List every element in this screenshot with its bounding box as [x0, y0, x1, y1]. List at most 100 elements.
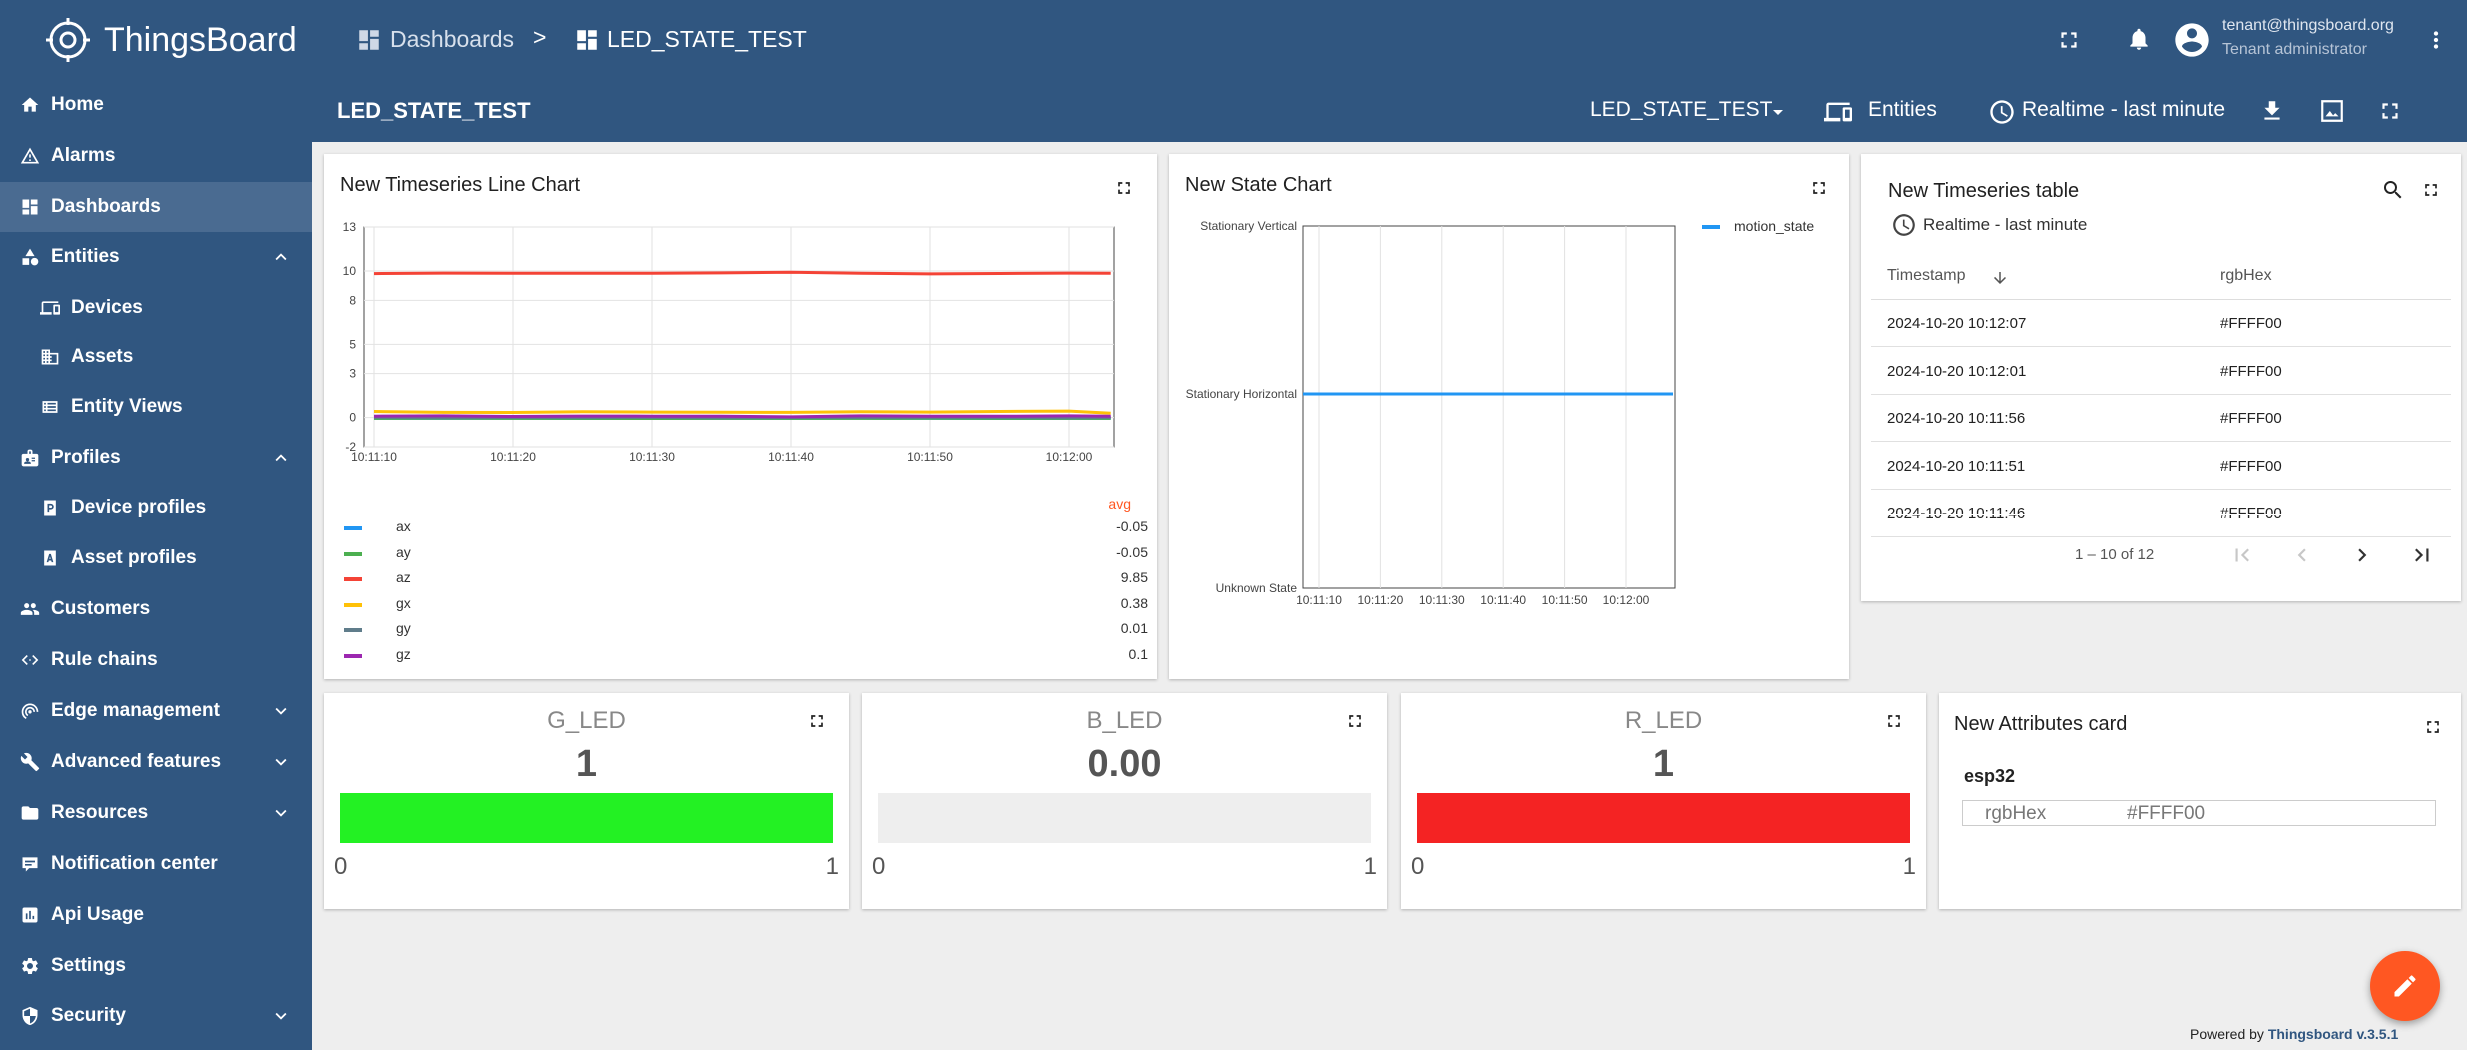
chevron-down-icon[interactable] — [270, 751, 292, 773]
arrow-down-icon[interactable] — [1991, 269, 2009, 287]
powered-by-link[interactable]: Thingsboard v.3.5.1 — [2268, 1026, 2398, 1042]
fullscreen-icon[interactable] — [1884, 711, 1904, 731]
brand[interactable]: ThingsBoard — [0, 0, 312, 80]
state-select[interactable]: LED_STATE_TEST — [1590, 94, 1800, 128]
gauge-min: 0 — [872, 853, 886, 880]
table-timewindow[interactable]: Realtime - last minute — [1923, 215, 2087, 235]
fullscreen-icon[interactable] — [2421, 180, 2441, 200]
more-vert-icon[interactable] — [2423, 27, 2449, 53]
entities-icon — [22, 248, 39, 266]
sidebar-item-label: Edge management — [51, 700, 220, 721]
chevron-up-icon[interactable] — [270, 246, 292, 268]
legend-swatch — [344, 577, 362, 581]
column-header-rgbhex[interactable]: rgbHex — [2220, 267, 2272, 285]
edge-icon — [21, 703, 39, 720]
image-export-icon[interactable] — [2319, 98, 2345, 124]
search-icon[interactable] — [2381, 178, 2405, 202]
sidebar-item-security[interactable]: Security — [0, 991, 312, 1041]
previous-page-icon[interactable] — [2289, 542, 2315, 568]
sidebar-item-entities[interactable]: Entities — [0, 232, 312, 282]
legend-item-gx[interactable]: gx 0.38 — [340, 593, 1148, 617]
sidebar-item-home[interactable]: Home — [0, 80, 312, 130]
edit-dashboard-button[interactable] — [2370, 951, 2440, 1021]
sidebar-item-customers[interactable]: Customers — [0, 584, 312, 634]
gauge-widget-g-led: G_LED 1 0 1 — [324, 693, 849, 909]
sidebar-item-advanced-features[interactable]: Advanced features — [0, 737, 312, 787]
asset-profile-icon — [44, 550, 56, 566]
timestamp-cell: 2024-10-20 10:12:07 — [1887, 315, 2027, 332]
legend-item-gy[interactable]: gy 0.01 — [340, 618, 1148, 642]
fullscreen-icon[interactable] — [2056, 27, 2082, 53]
state-chart-legend: motion_state — [1702, 218, 1842, 238]
sidebar-item-notification-center[interactable]: Notification center — [0, 839, 312, 889]
chevron-down-icon[interactable] — [270, 700, 292, 722]
fullscreen-icon[interactable] — [2377, 98, 2403, 124]
sidebar-item-settings[interactable]: Settings — [0, 941, 312, 991]
sidebar-item-asset-profiles[interactable]: Asset profiles — [0, 533, 312, 583]
next-page-icon[interactable] — [2349, 542, 2375, 568]
fullscreen-icon[interactable] — [2423, 717, 2443, 737]
sidebar-item-devices[interactable]: Devices — [0, 283, 312, 333]
legend-item-az[interactable]: az 9.85 — [340, 567, 1148, 591]
fullscreen-icon[interactable] — [1809, 178, 1829, 198]
fullscreen-icon[interactable] — [1114, 178, 1134, 198]
legend-swatch — [344, 602, 362, 607]
legend-avg-value: 9.85 — [1120, 569, 1148, 585]
legend-swatch — [1702, 225, 1720, 229]
legend-item-ay[interactable]: ay -0.05 — [340, 542, 1148, 566]
column-header-timestamp[interactable]: Timestamp — [1887, 267, 1966, 285]
fullscreen-icon[interactable] — [807, 711, 827, 731]
sidebar-item-label: Dashboards — [51, 196, 161, 217]
entities-button[interactable]: Entities — [1824, 94, 1954, 128]
sidebar-item-device-profiles[interactable]: Device profiles — [0, 483, 312, 533]
table-row[interactable]: 2024-10-20 10:12:01 #FFFF00 — [1871, 348, 2451, 395]
devices-icon — [40, 301, 60, 315]
series-line-gx — [373, 409, 1111, 415]
legend-item-ax[interactable]: ax -0.05 — [340, 516, 1148, 540]
timewindow-button[interactable]: Realtime - last minute — [1988, 94, 2248, 128]
sidebar-item-assets[interactable]: Assets — [0, 332, 312, 382]
x-tick-label: 10:12:00 — [1603, 593, 1650, 607]
last-page-icon[interactable] — [2409, 542, 2435, 568]
legend-swatch — [344, 653, 362, 658]
timestamp-cell: 2024-10-20 10:11:56 — [1887, 410, 2026, 427]
fullscreen-icon[interactable] — [1345, 711, 1365, 731]
sidebar-item-resources[interactable]: Resources — [0, 788, 312, 838]
table-row[interactable]: 2024-10-20 10:11:56 #FFFF00 — [1871, 395, 2451, 442]
bell-icon[interactable] — [2126, 26, 2152, 52]
powered-by-prefix: Powered by — [2190, 1026, 2264, 1042]
sidebar-item-profiles[interactable]: Profiles — [0, 433, 312, 483]
x-tick-label: 10:11:10 — [1296, 593, 1342, 607]
sidebar-item-entity-views[interactable]: Entity Views — [0, 382, 312, 432]
chevron-down-icon[interactable] — [270, 1005, 292, 1027]
table-row[interactable]: 2024-10-20 10:11:51 #FFFF00 — [1871, 443, 2451, 490]
sidebar-item-alarms[interactable]: Alarms — [0, 131, 312, 181]
x-tick-label: 10:11:20 — [1357, 593, 1403, 607]
sidebar-item-api-usage[interactable]: Api Usage — [0, 890, 312, 940]
x-tick-label: 10:11:30 — [629, 450, 675, 464]
state-chart: 10:11:10 10:11:20 10:11:30 10:11:40 10:11:50… — [1186, 219, 1676, 607]
gauge-max: 1 — [1902, 853, 1916, 880]
download-icon[interactable] — [2259, 98, 2285, 124]
sidebar-item-edge-management[interactable]: Edge management — [0, 686, 312, 736]
avatar-icon[interactable] — [2172, 20, 2212, 60]
breadcrumb-separator: > — [533, 24, 547, 50]
gauge-max: 1 — [1363, 853, 1377, 880]
sidebar-item-dashboards[interactable]: Dashboards — [0, 182, 312, 232]
gauge-title: R_LED — [1624, 707, 1703, 734]
legend-avg-value: -0.05 — [1116, 543, 1148, 560]
chevron-up-icon[interactable] — [270, 447, 292, 469]
dashboard-toolbar: LED_STATE_TEST LED_STATE_TEST Entities R… — [312, 80, 2467, 142]
first-page-icon[interactable] — [2229, 542, 2255, 568]
device-profile-icon — [44, 500, 56, 516]
sidebar-item-label: Advanced features — [51, 751, 222, 772]
table-row[interactable]: 2024-10-20 10:12:07 #FFFF00 — [1871, 300, 2451, 347]
sidebar-item-rule-chains[interactable]: Rule chains — [0, 635, 312, 685]
series-line-az — [373, 270, 1111, 276]
top-header: Dashboards > LED_STATE_TEST tenant@thing… — [312, 0, 2467, 80]
breadcrumb-dashboards[interactable]: Dashboards — [390, 26, 514, 53]
home-icon — [21, 97, 39, 112]
chevron-down-icon[interactable] — [270, 802, 292, 824]
timestamp-cell: 2024-10-20 10:11:51 — [1887, 457, 2026, 475]
legend-item-gz[interactable]: gz 0.1 — [340, 644, 1148, 668]
